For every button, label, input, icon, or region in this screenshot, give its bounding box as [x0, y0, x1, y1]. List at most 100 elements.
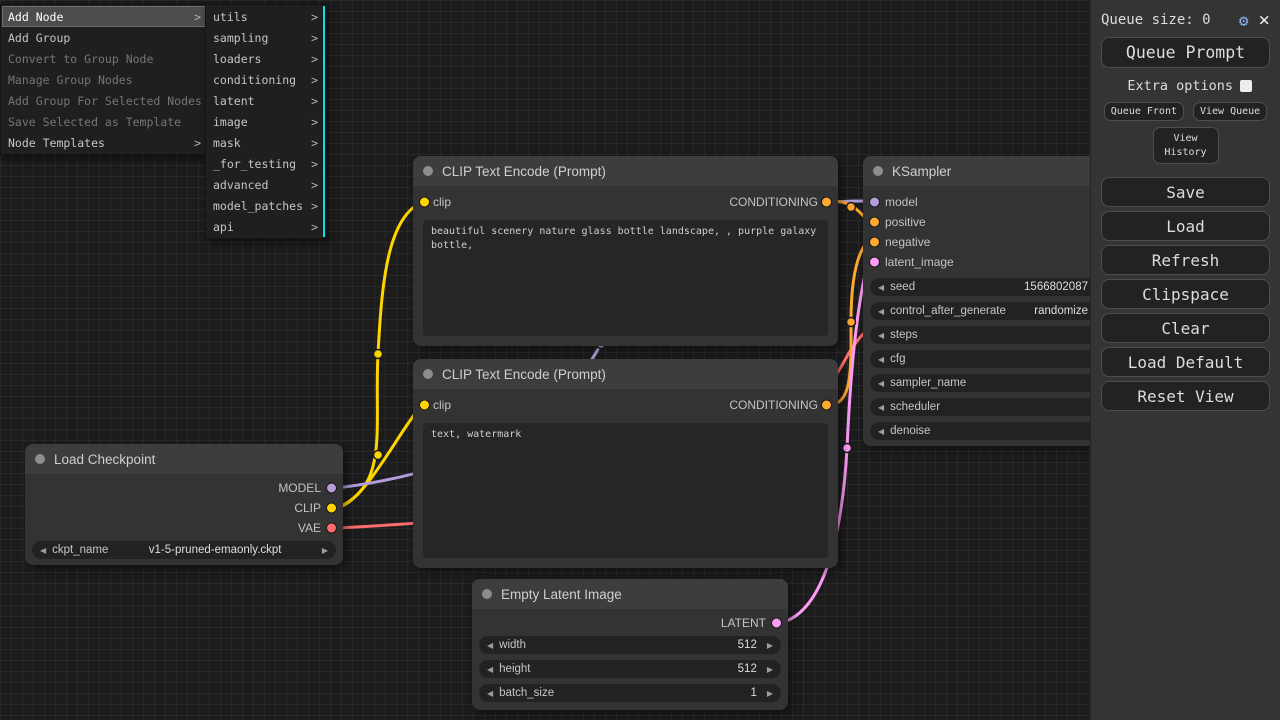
output-slot-label: VAE	[298, 521, 321, 535]
input-slot-label: clip	[433, 195, 451, 209]
menu-item-mask[interactable]: mask>	[207, 132, 324, 153]
node-header[interactable]: Empty Latent Image	[472, 579, 788, 609]
menu-item-model-patches[interactable]: model_patches>	[207, 195, 324, 216]
extra-options-checkbox[interactable]	[1240, 80, 1252, 92]
submenu-arrow-icon: >	[311, 10, 318, 24]
output-slot-model[interactable]	[326, 483, 337, 494]
submenu-arrow-icon: >	[311, 136, 318, 150]
menu-item-utils[interactable]: utils>	[207, 6, 324, 27]
menu-item-sampling[interactable]: sampling>	[207, 27, 324, 48]
widget-width[interactable]: ◀ width 512 ▶	[479, 636, 781, 654]
widget-ckpt-name[interactable]: ◀ ckpt_name v1-5-pruned-emaonly.ckpt ▶	[32, 541, 336, 559]
save-button[interactable]: Save	[1101, 177, 1270, 207]
menu-item-node-templates[interactable]: Node Templates >	[2, 132, 207, 153]
increment-icon[interactable]: ▶	[767, 665, 773, 674]
decrement-icon[interactable]: ◀	[878, 307, 884, 316]
output-slot-label: LATENT	[721, 616, 766, 630]
input-slot-model[interactable]	[869, 197, 880, 208]
output-slot-label: CONDITIONING	[729, 195, 818, 209]
widget-height[interactable]: ◀ height 512 ▶	[479, 660, 781, 678]
menu-item-save-selected-as-template[interactable]: Save Selected as Template	[2, 111, 207, 132]
node-collapse-dot[interactable]	[423, 166, 433, 176]
increment-icon[interactable]: ▶	[767, 689, 773, 698]
node-title: Empty Latent Image	[501, 587, 622, 602]
widget-steps[interactable]: ◀ steps	[870, 326, 1096, 344]
refresh-button[interactable]: Refresh	[1101, 245, 1270, 275]
view-history-button[interactable]: View History	[1153, 127, 1219, 164]
menu-item-latent[interactable]: latent>	[207, 90, 324, 111]
output-slot-label: MODEL	[278, 481, 321, 495]
node-collapse-dot[interactable]	[482, 589, 492, 599]
decrement-icon[interactable]: ◀	[878, 427, 884, 436]
decrement-icon[interactable]: ◀	[878, 403, 884, 412]
widget-denoise[interactable]: ◀ denoise	[870, 422, 1096, 440]
node-load-checkpoint[interactable]: Load Checkpoint MODEL CLIP VAE ◀ ckpt_na…	[25, 444, 343, 565]
increment-icon[interactable]: ▶	[767, 641, 773, 650]
widget-sampler-name[interactable]: ◀ sampler_name	[870, 374, 1096, 392]
widget-batch-size[interactable]: ◀ batch_size 1 ▶	[479, 684, 781, 702]
decrement-icon[interactable]: ◀	[487, 689, 493, 698]
output-slot-conditioning[interactable]	[821, 197, 832, 208]
node-ksampler[interactable]: KSampler model positive negative latent_…	[863, 156, 1103, 446]
queue-front-button[interactable]: Queue Front	[1104, 102, 1184, 121]
reset-view-button[interactable]: Reset View	[1101, 381, 1270, 411]
node-collapse-dot[interactable]	[35, 454, 45, 464]
node-header[interactable]: KSampler	[863, 156, 1103, 186]
output-slot-conditioning[interactable]	[821, 400, 832, 411]
queue-prompt-button[interactable]: Queue Prompt	[1101, 37, 1270, 68]
prompt-text-input[interactable]: text, watermark	[423, 423, 828, 558]
submenu-arrow-icon: >	[311, 94, 318, 108]
menu-item-for-testing[interactable]: _for_testing>	[207, 153, 324, 174]
menu-item-advanced[interactable]: advanced>	[207, 174, 324, 195]
view-queue-button[interactable]: View Queue	[1193, 102, 1267, 121]
menu-item-add-node[interactable]: Add Node >	[2, 6, 207, 27]
prev-option-icon[interactable]: ◀	[40, 546, 46, 555]
node-title: CLIP Text Encode (Prompt)	[442, 164, 606, 179]
input-slot-latent-image[interactable]	[869, 257, 880, 268]
close-panel-icon[interactable]: ×	[1259, 11, 1270, 30]
decrement-icon[interactable]: ◀	[487, 641, 493, 650]
menu-item-manage-group-nodes[interactable]: Manage Group Nodes	[2, 69, 207, 90]
clear-button[interactable]: Clear	[1101, 313, 1270, 343]
output-slot-latent[interactable]	[771, 618, 782, 629]
menu-item-api[interactable]: api>	[207, 216, 324, 237]
submenu-arrow-icon: >	[311, 220, 318, 234]
widget-control-after-generate[interactable]: ◀ control_after_generate randomize	[870, 302, 1096, 320]
settings-gear-icon[interactable]: ⚙	[1239, 11, 1249, 30]
decrement-icon[interactable]: ◀	[878, 379, 884, 388]
load-default-button[interactable]: Load Default	[1101, 347, 1270, 377]
input-slot-clip[interactable]	[419, 400, 430, 411]
node-header[interactable]: CLIP Text Encode (Prompt)	[413, 359, 838, 389]
widget-scheduler[interactable]: ◀ scheduler	[870, 398, 1096, 416]
menu-item-conditioning[interactable]: conditioning>	[207, 69, 324, 90]
menu-item-loaders[interactable]: loaders>	[207, 48, 324, 69]
input-slot-negative[interactable]	[869, 237, 880, 248]
decrement-icon[interactable]: ◀	[487, 665, 493, 674]
output-slot-vae[interactable]	[326, 523, 337, 534]
menu-item-add-group[interactable]: Add Group	[2, 27, 207, 48]
next-option-icon[interactable]: ▶	[322, 546, 328, 555]
output-slot-clip[interactable]	[326, 503, 337, 514]
node-header[interactable]: Load Checkpoint	[25, 444, 343, 474]
node-empty-latent-image[interactable]: Empty Latent Image LATENT ◀ width 512 ▶ …	[472, 579, 788, 710]
input-slot-clip[interactable]	[419, 197, 430, 208]
node-collapse-dot[interactable]	[423, 369, 433, 379]
widget-cfg[interactable]: ◀ cfg	[870, 350, 1096, 368]
decrement-icon[interactable]: ◀	[878, 331, 884, 340]
load-button[interactable]: Load	[1101, 211, 1270, 241]
decrement-icon[interactable]: ◀	[878, 355, 884, 364]
node-clip-text-encode-2[interactable]: CLIP Text Encode (Prompt) clip CONDITION…	[413, 359, 838, 568]
node-header[interactable]: CLIP Text Encode (Prompt)	[413, 156, 838, 186]
menu-item-convert-to-group-node[interactable]: Convert to Group Node	[2, 48, 207, 69]
decrement-icon[interactable]: ◀	[878, 283, 884, 292]
submenu-arrow-icon: >	[311, 199, 318, 213]
menu-item-add-group-for-selected-nodes[interactable]: Add Group For Selected Nodes	[2, 90, 207, 111]
widget-seed[interactable]: ◀ seed 1566802087	[870, 278, 1096, 296]
node-clip-text-encode-1[interactable]: CLIP Text Encode (Prompt) clip CONDITION…	[413, 156, 838, 346]
menu-item-image[interactable]: image>	[207, 111, 324, 132]
clipspace-button[interactable]: Clipspace	[1101, 279, 1270, 309]
input-slot-label: negative	[885, 235, 930, 249]
node-collapse-dot[interactable]	[873, 166, 883, 176]
prompt-text-input[interactable]: beautiful scenery nature glass bottle la…	[423, 220, 828, 336]
input-slot-positive[interactable]	[869, 217, 880, 228]
